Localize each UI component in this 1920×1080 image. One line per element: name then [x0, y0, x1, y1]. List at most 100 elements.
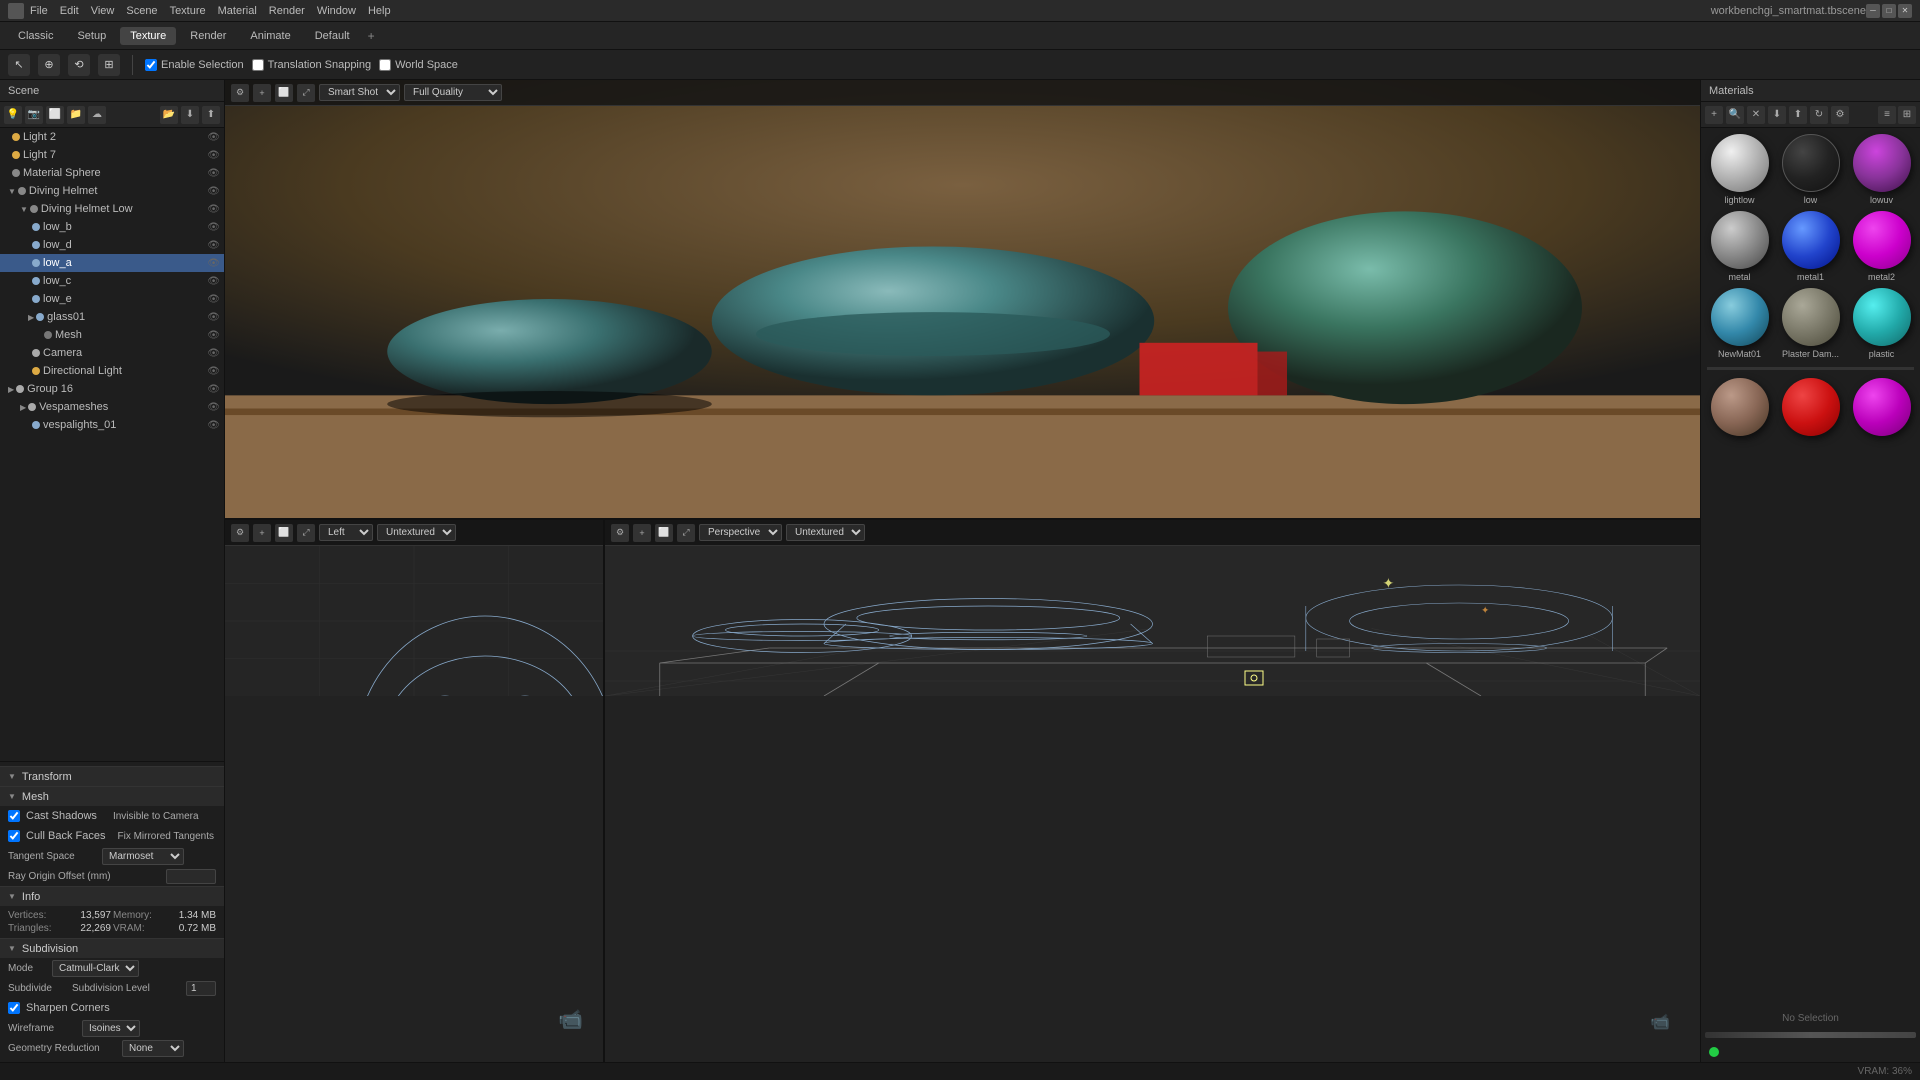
cull-back-faces-checkbox[interactable]: [8, 830, 20, 842]
material-plastic[interactable]: plastic: [1849, 288, 1914, 359]
left-viewport-camera-icon[interactable]: +: [253, 524, 271, 542]
cast-shadows-checkbox[interactable]: [8, 810, 20, 822]
left-viewport-display-icon[interactable]: ⬜: [275, 524, 293, 542]
tree-eye-glass01[interactable]: 👁: [207, 312, 220, 323]
material-metal[interactable]: metal: [1707, 211, 1772, 282]
top-viewport-settings-icon[interactable]: ⚙: [231, 84, 249, 102]
materials-refresh-icon[interactable]: ↻: [1810, 106, 1828, 124]
tree-item-low-e[interactable]: low_e 👁: [0, 290, 224, 308]
material-extra2[interactable]: [1778, 378, 1843, 439]
material-extra1[interactable]: [1707, 378, 1772, 439]
tab-classic[interactable]: Classic: [8, 27, 63, 45]
ray-origin-offset-input[interactable]: 0.0: [166, 869, 216, 884]
close-button[interactable]: ✕: [1898, 4, 1912, 18]
translation-snapping-check[interactable]: Translation Snapping: [252, 59, 372, 71]
tree-eye-low-c[interactable]: 👁: [207, 276, 220, 287]
tree-eye-mesh[interactable]: 👁: [207, 330, 220, 341]
material-low[interactable]: low: [1778, 134, 1843, 205]
subdivision-mode-select[interactable]: Catmull-Clark Linear: [52, 960, 139, 977]
materials-delete-icon[interactable]: ✕: [1747, 106, 1765, 124]
mesh-section-header[interactable]: Mesh: [0, 786, 224, 806]
material-lowuv[interactable]: lowuv: [1849, 134, 1914, 205]
geometry-reduction-select[interactable]: None Low Medium: [122, 1040, 184, 1057]
tree-item-light7[interactable]: Light 7 👁: [0, 146, 224, 164]
smart-shot-select[interactable]: Smart Shot Camera: [319, 84, 400, 101]
top-viewport[interactable]: ⚙ + ⬜ ⤢ Smart Shot Camera Full Quality H…: [225, 80, 1700, 520]
scene-icon-import[interactable]: ⬇: [181, 106, 199, 124]
tree-eye-low-d[interactable]: 👁: [207, 240, 220, 251]
translation-snapping-input[interactable]: [252, 59, 264, 71]
enable-selection-input[interactable]: [145, 59, 157, 71]
menu-view[interactable]: View: [91, 5, 115, 17]
materials-grid-view-icon[interactable]: ⊞: [1898, 106, 1916, 124]
tree-item-material-sphere[interactable]: Material Sphere 👁: [0, 164, 224, 182]
select-tool[interactable]: ↖: [8, 54, 30, 76]
menu-render[interactable]: Render: [269, 5, 305, 17]
perspective-viewport-full-icon[interactable]: ⤢: [677, 524, 695, 542]
perspective-viewport-display-icon[interactable]: ⬜: [655, 524, 673, 542]
tangent-space-select[interactable]: Marmoset MikkTSpace Unity: [102, 848, 184, 865]
tree-item-glass01[interactable]: ▶ glass01 👁: [0, 308, 224, 326]
tree-eye-low-a[interactable]: 👁: [207, 258, 220, 269]
maximize-button[interactable]: □: [1882, 4, 1896, 18]
tree-item-vespameshes[interactable]: ▶ Vespameshes 👁: [0, 398, 224, 416]
tree-eye-light7[interactable]: 👁: [207, 150, 220, 161]
rotate-tool[interactable]: ⟲: [68, 54, 90, 76]
tree-item-diving-helmet[interactable]: ▼ Diving Helmet 👁: [0, 182, 224, 200]
enable-selection-check[interactable]: Enable Selection: [145, 59, 244, 71]
subdivision-level-input[interactable]: [186, 981, 216, 996]
tree-item-low-b[interactable]: low_b 👁: [0, 218, 224, 236]
top-viewport-display-icon[interactable]: ⬜: [275, 84, 293, 102]
tree-eye-light2[interactable]: 👁: [207, 132, 220, 143]
tree-item-group16[interactable]: ▶ Group 16 👁: [0, 380, 224, 398]
tree-item-directional-light[interactable]: Directional Light 👁: [0, 362, 224, 380]
tab-animate[interactable]: Animate: [240, 27, 300, 45]
perspective-viewport-camera-icon[interactable]: +: [633, 524, 651, 542]
scale-tool[interactable]: ⊞: [98, 54, 120, 76]
quality-select[interactable]: Full Quality Half Quality Quarter Qualit…: [404, 84, 502, 101]
materials-export-icon[interactable]: ⬆: [1789, 106, 1807, 124]
world-space-input[interactable]: [379, 59, 391, 71]
menu-scene[interactable]: Scene: [126, 5, 157, 17]
scene-icon-sky[interactable]: ☁: [88, 106, 106, 124]
scene-icon-group[interactable]: 📁: [67, 106, 85, 124]
tree-eye-group16[interactable]: 👁: [207, 384, 220, 395]
materials-list-view-icon[interactable]: ≡: [1878, 106, 1896, 124]
materials-add-icon[interactable]: +: [1705, 106, 1723, 124]
menu-file[interactable]: File: [30, 5, 48, 17]
perspective-viewport-settings-icon[interactable]: ⚙: [611, 524, 629, 542]
left-viewport-full-icon[interactable]: ⤢: [297, 524, 315, 542]
transform-section-header[interactable]: Transform: [0, 766, 224, 786]
tree-item-mesh[interactable]: Mesh 👁: [0, 326, 224, 344]
tree-item-low-d[interactable]: low_d 👁: [0, 236, 224, 254]
scene-icon-camera[interactable]: 📷: [25, 106, 43, 124]
material-extra3[interactable]: [1849, 378, 1914, 439]
tab-texture[interactable]: Texture: [120, 27, 176, 45]
tree-item-camera[interactable]: Camera 👁: [0, 344, 224, 362]
material-metal2[interactable]: metal2: [1849, 211, 1914, 282]
tree-eye-diving-helmet-low[interactable]: 👁: [207, 204, 220, 215]
tree-eye-camera[interactable]: 👁: [207, 348, 220, 359]
minimize-button[interactable]: ─: [1866, 4, 1880, 18]
perspective-viewport[interactable]: ⚙ + ⬜ ⤢ Perspective Camera Top Untexture…: [605, 520, 1700, 1062]
transform-tool[interactable]: ⊕: [38, 54, 60, 76]
material-plaster-dam[interactable]: Plaster Dam...: [1778, 288, 1843, 359]
menu-help[interactable]: Help: [368, 5, 391, 17]
tree-item-low-a[interactable]: low_a 👁: [0, 254, 224, 272]
wireframe-select[interactable]: Isoines None All: [82, 1020, 140, 1037]
tab-setup[interactable]: Setup: [67, 27, 116, 45]
tab-add-button[interactable]: +: [364, 27, 379, 45]
subdivision-section-header[interactable]: Subdivision: [0, 938, 224, 958]
perspective-shading-select[interactable]: Untextured Textured: [786, 524, 865, 541]
scene-icon-export[interactable]: ⬆: [202, 106, 220, 124]
tree-item-low-c[interactable]: low_c 👁: [0, 272, 224, 290]
materials-import-icon[interactable]: ⬇: [1768, 106, 1786, 124]
tree-eye-low-e[interactable]: 👁: [207, 294, 220, 305]
menu-texture[interactable]: Texture: [170, 5, 206, 17]
world-space-check[interactable]: World Space: [379, 59, 458, 71]
scene-icon-light[interactable]: 💡: [4, 106, 22, 124]
tree-eye-directional-light[interactable]: 👁: [207, 366, 220, 377]
tree-eye-vespameshes[interactable]: 👁: [207, 402, 220, 413]
tree-eye-vespalights01[interactable]: 👁: [207, 420, 220, 431]
top-viewport-full-icon[interactable]: ⤢: [297, 84, 315, 102]
